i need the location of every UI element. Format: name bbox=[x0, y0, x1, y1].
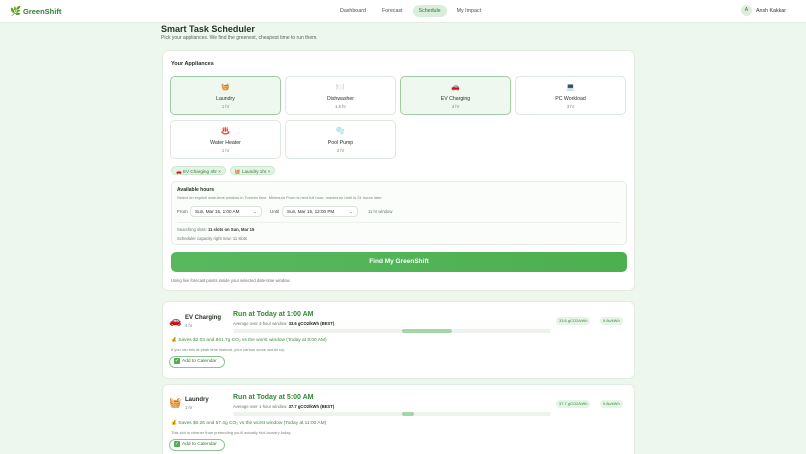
dishwasher-icon: 🍽️ bbox=[336, 84, 345, 91]
price-badge: 9.8c/kWh bbox=[600, 317, 623, 325]
appliance-ev-charging[interactable]: 🚗 EV Charging 4 hr bbox=[400, 76, 511, 115]
hot-water-icon: ♨️ bbox=[221, 128, 230, 135]
result-card-laundry: 🧺 Laundry 1 hr Run at Today at 5:00 AM A… bbox=[162, 384, 635, 454]
result-card-ev-charging: 🚗 EV Charging 4 hr Run at Today at 1:00 … bbox=[162, 301, 635, 379]
appliance-pc-workload[interactable]: 💻 PC Workload 3 hr bbox=[515, 76, 626, 115]
bubbles-icon: 🫧 bbox=[336, 128, 345, 135]
laundry-basket-icon: 🧺 bbox=[221, 84, 230, 91]
appliance-label: PC Workload bbox=[555, 96, 586, 102]
appliance-duration: 1 hr bbox=[221, 104, 230, 109]
appliance-label: Laundry bbox=[216, 96, 235, 102]
intensity-badge: 37.7 gCO2/kWh bbox=[556, 400, 591, 408]
savings-text: 💰 Saves $0.26 and 57.4g CO₂ vs the worst… bbox=[171, 421, 327, 426]
tab-dashboard[interactable]: Dashboard bbox=[334, 5, 372, 17]
checkbox-icon: ✓ bbox=[174, 440, 180, 447]
appliance-label: Pool Pump bbox=[327, 140, 354, 146]
appliance-duration: 1.5 hr bbox=[335, 104, 346, 109]
chip-laundry[interactable]: 🧺 Laundry 1hr × bbox=[229, 166, 276, 175]
main-nav: Dashboard Forecast Schedule My Impact bbox=[334, 5, 487, 17]
appliance-duration: 1 hr bbox=[221, 148, 230, 153]
result-name: EV Charging bbox=[185, 315, 222, 321]
scheduler-capacity: Scheduler capacity right now: 11 slots bbox=[177, 236, 247, 241]
window-timeline bbox=[233, 412, 551, 416]
window-bar bbox=[401, 412, 415, 416]
from-label: From bbox=[177, 209, 188, 214]
selected-chips: 🚗 EV Charging 4hr × 🧺 Laundry 1hr × bbox=[171, 166, 276, 175]
chevron-down-icon: ⌄ bbox=[349, 209, 353, 214]
result-name: Laundry bbox=[185, 397, 209, 403]
chip-ev-charging[interactable]: 🚗 EV Charging 4hr × bbox=[171, 166, 226, 175]
appliance-label: Dishwasher bbox=[326, 96, 355, 102]
appliances-title: Your Appliances bbox=[171, 61, 214, 67]
forecast-note: Using live forecast points inside your s… bbox=[171, 278, 291, 283]
divider bbox=[177, 222, 621, 223]
appliances-card: Your Appliances 🧺 Laundry 1 hr 🍽️ Dishwa… bbox=[162, 50, 635, 291]
car-icon: 🚗 bbox=[169, 316, 182, 327]
average-intensity: Average over 1-hour window: 37.7 gCO2/kW… bbox=[233, 404, 335, 409]
tab-my-impact[interactable]: My Impact bbox=[451, 5, 487, 17]
searching-slots: Searching slots: 11 slots on Sun, Mar 15 bbox=[177, 227, 255, 232]
tab-forecast[interactable]: Forecast bbox=[376, 5, 409, 17]
hours-title: Available hours bbox=[177, 187, 215, 193]
appliance-pool-pump[interactable]: 🫧 Pool Pump 2 hr bbox=[285, 120, 396, 159]
window-bar bbox=[401, 329, 453, 333]
until-value: Sun, Mar 15, 12:00 PM bbox=[287, 209, 335, 214]
from-value: Sun, Mar 15, 1:00 AM bbox=[195, 209, 240, 214]
window-length: 11 hr window bbox=[368, 209, 393, 214]
appliance-duration: 2 hr bbox=[336, 148, 345, 153]
add-to-calendar-button[interactable]: ✓ Add to Calendar bbox=[169, 439, 225, 451]
run-at: Run at Today at 5:00 AM bbox=[233, 394, 314, 401]
run-at: Run at Today at 1:00 AM bbox=[233, 311, 314, 318]
until-label: Until bbox=[270, 209, 280, 214]
page-title: Smart Task Scheduler bbox=[161, 24, 255, 34]
leaf-logo-icon: 🌿 bbox=[10, 6, 22, 16]
window-timeline bbox=[233, 329, 551, 333]
appliance-label: EV Charging bbox=[440, 96, 471, 102]
hours-help: Select an explicit date-time window in T… bbox=[177, 195, 383, 200]
appliance-label: Water Heater bbox=[210, 140, 241, 146]
savings-note: This slot is cleaner than pretending you… bbox=[171, 430, 292, 435]
appliance-duration: 4 hr bbox=[451, 104, 460, 109]
result-duration: 4 hr bbox=[185, 323, 193, 328]
until-select[interactable]: Sun, Mar 15, 12:00 PM ⌄ bbox=[282, 206, 358, 217]
appliance-duration: 3 hr bbox=[566, 104, 575, 109]
top-navbar: 🌿 GreenShift Dashboard Forecast Schedule… bbox=[0, 0, 806, 23]
chevron-down-icon: ⌄ bbox=[253, 209, 257, 214]
brand[interactable]: 🌿 GreenShift bbox=[10, 6, 61, 16]
from-select[interactable]: Sun, Mar 15, 1:00 AM ⌄ bbox=[190, 206, 262, 217]
available-hours-panel: Available hours Select an explicit date-… bbox=[171, 181, 627, 245]
tab-schedule[interactable]: Schedule bbox=[412, 5, 447, 17]
car-icon: 🚗 bbox=[451, 84, 460, 91]
savings-text: 💰 Saves $2.03 and 841.7g CO₂ vs the wors… bbox=[171, 338, 327, 343]
user-menu[interactable]: A Ansh Kakkar bbox=[740, 5, 786, 16]
appliance-dishwasher[interactable]: 🍽️ Dishwasher 1.5 hr bbox=[285, 76, 396, 115]
avatar: A bbox=[740, 5, 752, 16]
find-greenshift-button[interactable]: Find My GreenShift bbox=[171, 252, 627, 272]
savings-note: If you ran this at peak time instead, yo… bbox=[171, 347, 285, 352]
checkbox-icon: ✓ bbox=[174, 357, 180, 364]
appliance-water-heater[interactable]: ♨️ Water Heater 1 hr bbox=[170, 120, 281, 159]
average-intensity: Average over 4-hour window: 33.6 gCO2/kW… bbox=[233, 321, 335, 326]
intensity-badge: 33.6 gCO2/kWh bbox=[556, 317, 591, 325]
laundry-basket-icon: 🧺 bbox=[169, 398, 182, 409]
brand-name: GreenShift bbox=[23, 6, 62, 16]
add-to-calendar-button[interactable]: ✓ Add to Calendar bbox=[169, 356, 225, 368]
price-badge: 9.8c/kWh bbox=[600, 400, 623, 408]
page-subtitle: Pick your appliances. We find the greene… bbox=[161, 35, 318, 41]
laptop-icon: 💻 bbox=[566, 84, 575, 91]
result-duration: 1 hr bbox=[185, 405, 193, 410]
appliance-laundry[interactable]: 🧺 Laundry 1 hr bbox=[170, 76, 281, 115]
user-name: Ansh Kakkar bbox=[755, 7, 786, 14]
